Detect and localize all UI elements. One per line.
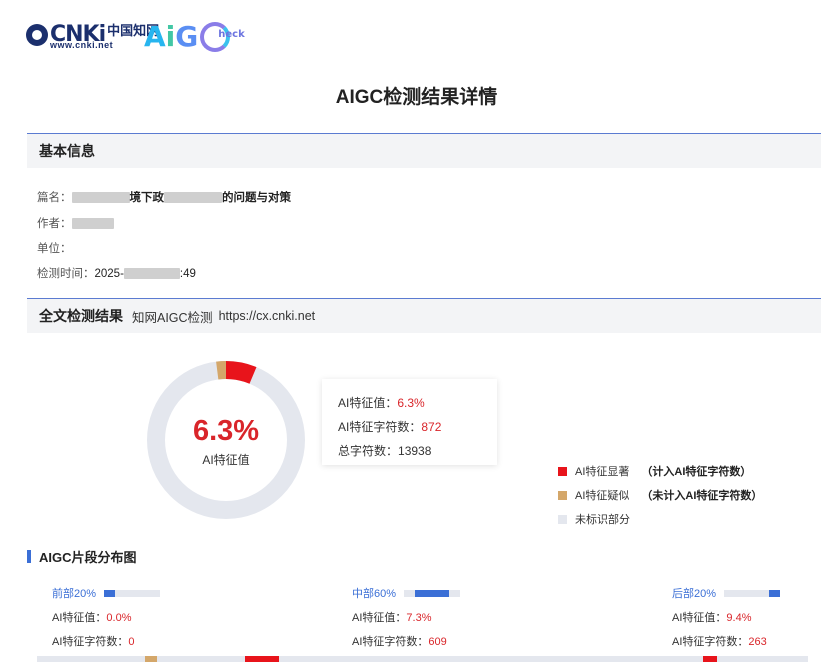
legend-label: AI特征显著 bbox=[575, 466, 630, 478]
cnki-logo-url: www.cnki.net bbox=[50, 40, 114, 50]
redacted-block bbox=[123, 268, 180, 280]
segment-mini-fill bbox=[415, 589, 449, 597]
segment-ai-chars-number: 609 bbox=[428, 636, 447, 648]
title-part-2: 的问题与对策 bbox=[222, 192, 291, 204]
distribution-title: AIGC片段分布图 bbox=[39, 550, 137, 565]
segment-mini-fill bbox=[768, 589, 781, 597]
result-title: 全文检测结果 bbox=[39, 308, 123, 324]
stat-ai-chars-number: 872 bbox=[421, 420, 442, 434]
legend-swatch-red bbox=[558, 466, 567, 476]
distribution-heading: AIGC片段分布图 bbox=[27, 547, 137, 566]
segment-name-row: 后部20% bbox=[672, 585, 781, 601]
segment-ai-chars-label: AI特征字符数： bbox=[352, 636, 429, 648]
author-label: 作者： bbox=[37, 218, 72, 230]
redacted-block bbox=[71, 192, 130, 204]
stat-ai-chars: AI特征字符数：872 bbox=[338, 418, 441, 435]
segment-ai-chars-number: 263 bbox=[748, 636, 767, 648]
segment-ai-chars-number: 0 bbox=[128, 636, 135, 648]
redacted-block bbox=[164, 192, 222, 204]
donut-percent: 6.3% bbox=[192, 415, 260, 447]
segment-ai-value: AI特征值：7.3% bbox=[352, 609, 460, 625]
stat-ai-value-number: 6.3% bbox=[397, 396, 425, 410]
segment-front: 前部20% AI特征值：0.0% AI特征字符数：0 bbox=[52, 585, 161, 649]
strip-mark-significant bbox=[703, 656, 717, 662]
segment-mini-bar bbox=[404, 589, 461, 597]
stat-ai-chars-label: AI特征字符数： bbox=[338, 420, 422, 434]
stat-total-chars-label: 总字符数： bbox=[338, 444, 399, 458]
segment-ai-value-number: 7.3% bbox=[406, 612, 432, 624]
legend-swatch-tan bbox=[558, 490, 567, 500]
segment-ai-value: AI特征值：0.0% bbox=[52, 609, 160, 625]
info-unit-row: 单位： bbox=[37, 240, 72, 256]
segment-ai-chars-label: AI特征字符数： bbox=[52, 636, 129, 648]
segment-ai-value-number: 0.0% bbox=[106, 612, 132, 624]
donut-label: AI特征值 bbox=[202, 453, 250, 467]
legend-ai-suspected: AI特征疑似 （未计入AI特征字符数） bbox=[558, 487, 762, 503]
basic-info-header: 基本信息 bbox=[27, 133, 821, 168]
redacted-block bbox=[71, 218, 114, 230]
time-suffix: :49 bbox=[179, 268, 196, 280]
legend-unmarked: 未标识部分 bbox=[558, 511, 630, 527]
time-label: 检测时间： bbox=[37, 268, 95, 280]
heading-accent-bar bbox=[27, 550, 31, 563]
stats-card: AI特征值：6.3% AI特征字符数：872 总字符数：13938 bbox=[322, 379, 497, 465]
unit-label: 单位： bbox=[37, 243, 72, 255]
basic-info-title: 基本信息 bbox=[39, 143, 95, 159]
aigc-check-logo: AiG heck bbox=[144, 20, 245, 53]
page-title: AIGC检测结果详情 bbox=[335, 87, 498, 108]
aigc-logo-heck: heck bbox=[218, 29, 245, 40]
legend-label: AI特征疑似 bbox=[575, 490, 630, 502]
segment-mini-bar bbox=[104, 589, 161, 597]
legend-label: 未标识部分 bbox=[575, 514, 630, 526]
segment-ai-chars: AI特征字符数：263 bbox=[672, 633, 780, 649]
aigc-logo-a: A bbox=[144, 20, 166, 53]
stat-total-chars: 总字符数：13938 bbox=[338, 442, 431, 459]
result-source: 知网AIGC检测 bbox=[132, 310, 213, 325]
title-part-1: 境下政 bbox=[129, 192, 165, 204]
title-label: 篇名： bbox=[37, 192, 72, 204]
segment-middle: 中部60% AI特征值：7.3% AI特征字符数：609 bbox=[352, 585, 461, 649]
aigc-logo-g: G bbox=[175, 20, 199, 53]
stat-ai-value-label: AI特征值： bbox=[338, 396, 398, 410]
segment-ai-chars: AI特征字符数：0 bbox=[52, 633, 160, 649]
strip-mark-suspected bbox=[145, 656, 157, 662]
segment-name-row: 中部60% bbox=[352, 585, 461, 601]
info-title-row: 篇名： 境下政 的问题与对策 bbox=[37, 189, 291, 205]
segment-ai-value-label: AI特征值： bbox=[352, 612, 407, 624]
stat-total-chars-number: 13938 bbox=[398, 444, 432, 458]
segment-name-row: 前部20% bbox=[52, 585, 161, 601]
result-url-link[interactable]: https://cx.cnki.net bbox=[219, 309, 316, 323]
info-time-row: 检测时间：2025- :49 bbox=[37, 265, 196, 281]
segment-name: 前部20% bbox=[52, 588, 97, 600]
segment-ai-value-label: AI特征值： bbox=[52, 612, 107, 624]
segment-mini-fill bbox=[104, 589, 116, 597]
info-author-row: 作者： bbox=[37, 215, 114, 231]
segment-ai-value: AI特征值：9.4% bbox=[672, 609, 780, 625]
segment-mini-bar bbox=[724, 589, 781, 597]
segment-ai-value-number: 9.4% bbox=[726, 612, 752, 624]
legend-note: （未计入AI特征字符数） bbox=[641, 490, 763, 502]
result-header: 全文检测结果 知网AIGC检测 https://cx.cnki.net bbox=[27, 298, 821, 333]
segment-name: 后部20% bbox=[672, 588, 717, 600]
cnki-globe-icon bbox=[26, 24, 48, 46]
time-prefix: 2025- bbox=[94, 268, 124, 280]
stat-ai-value: AI特征值：6.3% bbox=[338, 394, 425, 411]
fulltext-distribution-strip bbox=[37, 656, 808, 662]
strip-mark-significant bbox=[245, 656, 279, 662]
segment-ai-chars-label: AI特征字符数： bbox=[672, 636, 749, 648]
aigc-logo-i: i bbox=[165, 20, 176, 53]
segment-ai-chars: AI特征字符数：609 bbox=[352, 633, 460, 649]
legend-ai-significant: AI特征显著 （计入AI特征字符数） bbox=[558, 463, 751, 479]
cnki-logo[interactable]: CNKi 中国知网 www.cnki.net bbox=[26, 18, 159, 52]
legend-note: （计入AI特征字符数） bbox=[641, 466, 752, 478]
segment-ai-value-label: AI特征值： bbox=[672, 612, 727, 624]
segment-name: 中部60% bbox=[352, 588, 397, 600]
segment-back: 后部20% AI特征值：9.4% AI特征字符数：263 bbox=[672, 585, 781, 649]
legend-swatch-gray bbox=[558, 514, 567, 524]
